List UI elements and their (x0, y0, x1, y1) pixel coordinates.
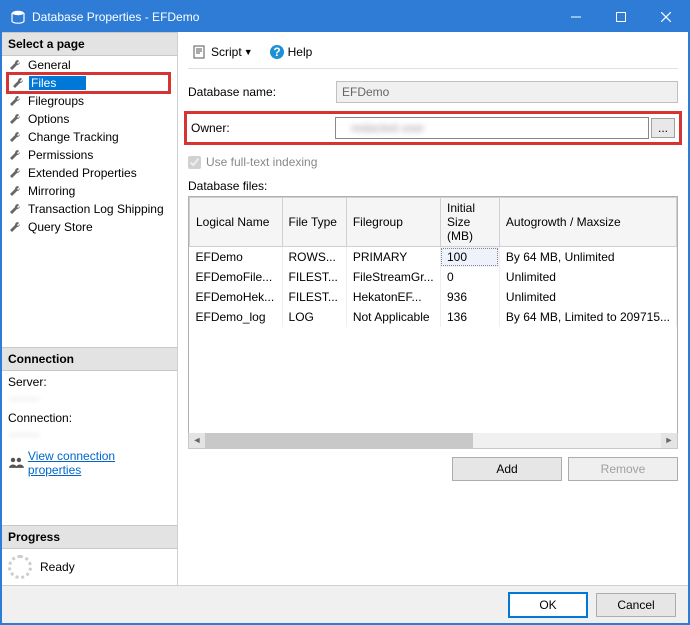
page-change-tracking[interactable]: Change Tracking (2, 128, 177, 146)
spinner-icon (8, 555, 32, 579)
dialog-footer: OK Cancel (2, 585, 688, 623)
page-extended-properties[interactable]: Extended Properties (2, 164, 177, 182)
server-value: ········ (8, 391, 171, 405)
ok-button[interactable]: OK (508, 592, 588, 618)
view-connection-link[interactable]: View connection properties (28, 449, 171, 477)
progress-header: Progress (2, 525, 177, 549)
connection-label: Connection: (8, 411, 171, 425)
sidebar: Select a page General Files Filegroups O… (2, 32, 178, 585)
owner-browse-button[interactable]: ... (651, 118, 675, 138)
wrench-icon (8, 166, 22, 180)
wrench-icon (8, 130, 22, 144)
grid-row[interactable]: EFDemoFile...FILEST...FileStreamGr...0Un… (190, 267, 677, 287)
page-query-store[interactable]: Query Store (2, 218, 177, 236)
cancel-button[interactable]: Cancel (596, 593, 676, 617)
fulltext-checkbox (188, 156, 201, 169)
help-icon: ? (269, 44, 285, 60)
svg-text:?: ? (273, 45, 280, 59)
connection-value: ········ (8, 427, 171, 441)
owner-highlight: Owner: redacted user ... (184, 111, 682, 145)
select-page-header: Select a page (2, 32, 177, 56)
files-highlight: Files (6, 72, 171, 94)
files-label: Database files: (188, 179, 678, 193)
files-grid[interactable]: Logical Name File Type Filegroup Initial… (188, 196, 678, 434)
wrench-icon (8, 112, 22, 126)
owner-field[interactable] (335, 117, 649, 139)
grid-row[interactable]: EFDemo_logLOGNot Applicable136By 64 MB, … (190, 307, 677, 327)
server-label: Server: (8, 375, 171, 389)
dbname-field: EFDemo (336, 81, 678, 103)
progress-panel: Ready (2, 549, 177, 585)
scroll-left-icon[interactable]: ◄ (189, 433, 205, 448)
wrench-icon (8, 94, 22, 108)
add-button[interactable]: Add (452, 457, 562, 481)
page-filegroups[interactable]: Filegroups (2, 92, 177, 110)
script-icon (192, 44, 208, 60)
fulltext-row: Use full-text indexing (188, 155, 678, 169)
app-icon (10, 9, 26, 25)
grid-header-row: Logical Name File Type Filegroup Initial… (190, 198, 677, 247)
grid-row[interactable]: EFDemoHek...FILEST...HekatonEF...936Unli… (190, 287, 677, 307)
remove-button: Remove (568, 457, 678, 481)
pages-list: General Files Filegroups Options Change … (2, 56, 177, 236)
dropdown-icon: ▼ (244, 47, 253, 57)
main-panel: Script ▼ ? Help Database name: EFDemo Ow… (178, 32, 688, 585)
page-transaction-log-shipping[interactable]: Transaction Log Shipping (2, 200, 177, 218)
grid-h-scrollbar[interactable]: ◄ ► (188, 433, 678, 449)
toolbar: Script ▼ ? Help (188, 38, 678, 69)
connection-panel: Server: ········ Connection: ········ Vi… (2, 371, 177, 481)
wrench-icon (8, 58, 22, 72)
scroll-thumb[interactable] (205, 433, 473, 448)
titlebar: Database Properties - EFDemo (2, 2, 688, 32)
people-icon (8, 455, 24, 471)
minimize-button[interactable] (553, 2, 598, 32)
wrench-icon (8, 202, 22, 216)
connection-header: Connection (2, 347, 177, 371)
page-permissions[interactable]: Permissions (2, 146, 177, 164)
wrench-icon (11, 76, 25, 90)
wrench-icon (8, 220, 22, 234)
page-files[interactable]: Files (9, 75, 168, 91)
wrench-icon (8, 184, 22, 198)
dbname-label: Database name: (188, 85, 336, 99)
page-options[interactable]: Options (2, 110, 177, 128)
wrench-icon (8, 148, 22, 162)
scroll-right-icon[interactable]: ► (661, 433, 677, 448)
script-button[interactable]: Script ▼ (188, 42, 257, 62)
close-button[interactable] (643, 2, 688, 32)
window-title: Database Properties - EFDemo (32, 10, 553, 24)
maximize-button[interactable] (598, 2, 643, 32)
owner-row: Owner: redacted user ... (191, 117, 675, 139)
help-button[interactable]: ? Help (265, 42, 317, 62)
progress-status: Ready (40, 560, 75, 574)
dbname-row: Database name: EFDemo (188, 81, 678, 103)
fulltext-label: Use full-text indexing (206, 155, 317, 169)
owner-label: Owner: (191, 121, 335, 135)
page-mirroring[interactable]: Mirroring (2, 182, 177, 200)
grid-row[interactable]: EFDemo ROWS... PRIMARY 100 By 64 MB, Unl… (190, 247, 677, 268)
